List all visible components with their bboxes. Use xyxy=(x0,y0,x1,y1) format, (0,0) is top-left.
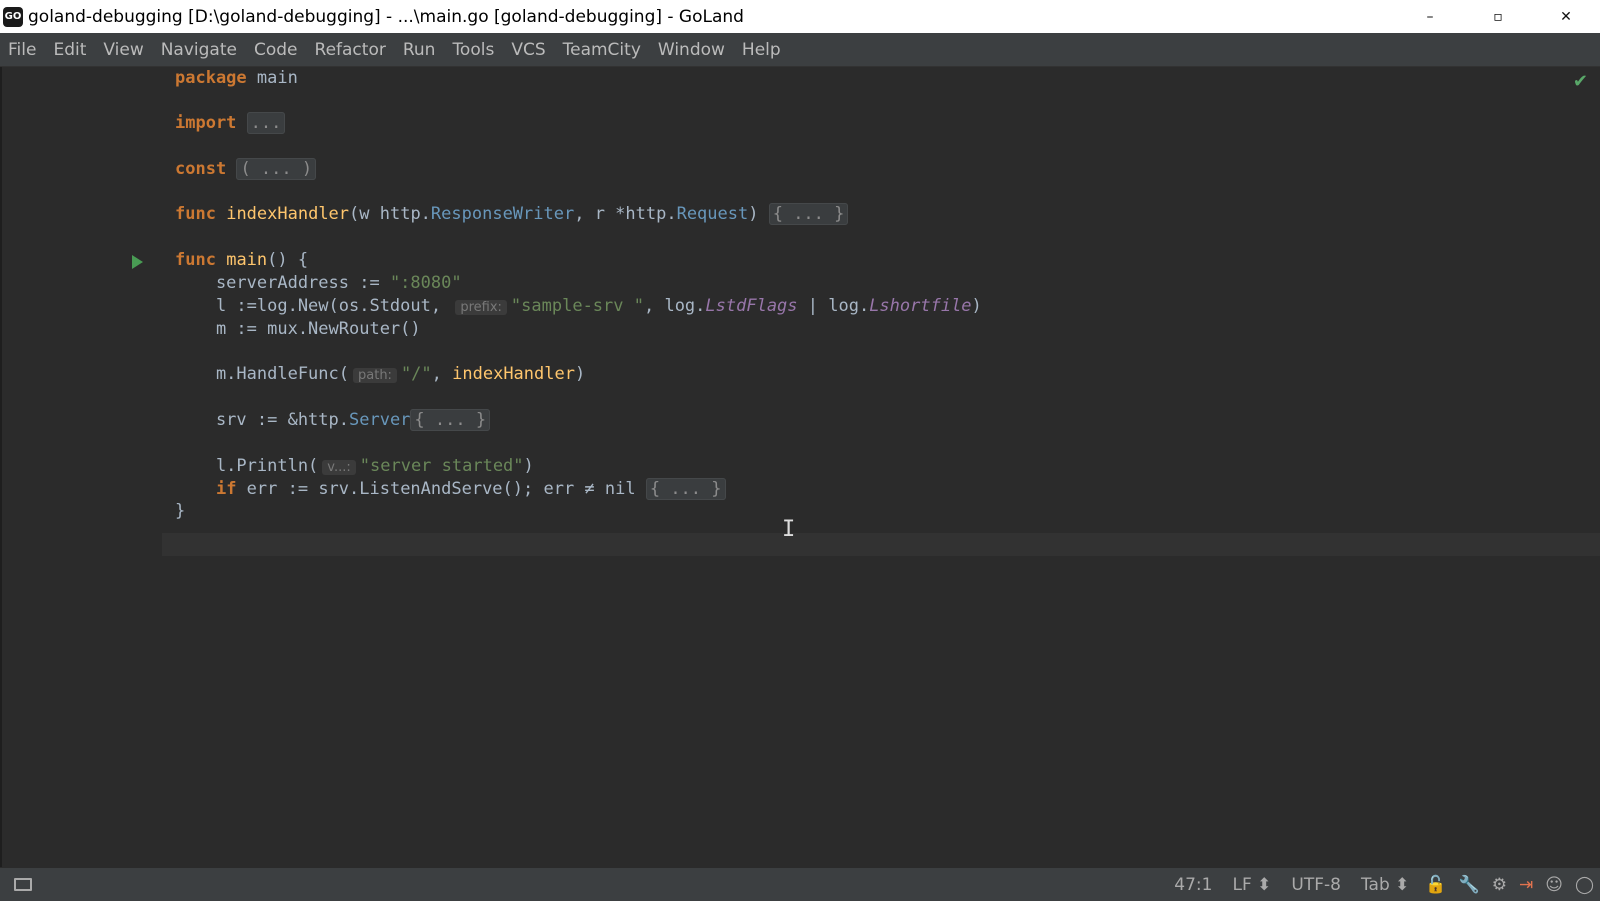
menu-window[interactable]: Window xyxy=(658,40,725,60)
menu-bar: File Edit View Navigate Code Refactor Ru… xyxy=(0,33,1600,67)
menu-run[interactable]: Run xyxy=(403,40,436,60)
code-line: if err := srv.ListenAndServe(); err ≠ ni… xyxy=(175,478,726,501)
code-line: func indexHandler(w http.ResponseWriter,… xyxy=(175,203,849,226)
code-line: l :=log.New(os.Stdout, prefix: "sample-sr… xyxy=(175,295,982,318)
menu-code[interactable]: Code xyxy=(254,40,298,60)
menu-help[interactable]: Help xyxy=(742,40,781,60)
code-line: const ( ... ) xyxy=(175,158,317,181)
keyword: func xyxy=(175,250,216,270)
code-line: serverAddress := ":8080" xyxy=(175,272,462,295)
tool-windows-toggle-icon[interactable] xyxy=(14,878,32,891)
code-editor[interactable]: ✔ package main import ... const ( ... ) … xyxy=(0,67,1600,867)
menu-teamcity[interactable]: TeamCity xyxy=(563,40,641,60)
parameter-hint: path: xyxy=(353,368,397,383)
editor-gutter[interactable] xyxy=(0,67,162,867)
current-line-highlight xyxy=(0,533,1600,556)
menu-vcs[interactable]: VCS xyxy=(511,40,545,60)
keyword: import xyxy=(175,113,237,133)
code-text: m.HandleFunc( xyxy=(175,364,349,384)
keyword: if xyxy=(215,479,237,499)
encoding-selector[interactable]: UTF-8 xyxy=(1291,875,1341,895)
code-text: | log. xyxy=(797,296,870,316)
inspection-ok-icon[interactable]: ✔ xyxy=(1573,71,1588,92)
inspector-icon[interactable]: ☺ xyxy=(1545,875,1563,895)
type-name: Server xyxy=(349,410,411,430)
function-name: indexHandler xyxy=(452,364,575,384)
text-cursor-icon: I xyxy=(782,517,796,542)
maximize-button[interactable]: ▫ xyxy=(1464,0,1532,33)
code-line: import ... xyxy=(175,112,286,135)
parameter-hint: prefix: xyxy=(455,300,507,315)
keyword: package xyxy=(175,68,247,88)
fold-placeholder[interactable]: { ... } xyxy=(410,409,491,431)
fold-placeholder[interactable]: { ... } xyxy=(768,203,849,225)
line-separator-selector[interactable]: LF ⬍ xyxy=(1232,875,1271,895)
string-literal: "/" xyxy=(400,364,432,384)
string-literal: "server started" xyxy=(359,456,524,476)
fold-placeholder[interactable]: ( ... ) xyxy=(236,158,317,180)
code-text: ) xyxy=(523,456,534,476)
minimize-button[interactable]: – xyxy=(1396,0,1464,33)
menu-view[interactable]: View xyxy=(103,40,143,60)
caret-position[interactable]: 47:1 xyxy=(1174,875,1212,895)
window-controls: – ▫ ✕ xyxy=(1396,0,1600,33)
type-name: ResponseWriter xyxy=(430,204,575,224)
title-bar: GO goland-debugging [D:\goland-debugging… xyxy=(0,0,1600,33)
string-literal: "sample-srv " xyxy=(510,296,644,316)
keyword: const xyxy=(175,159,227,179)
window-title: goland-debugging [D:\goland-debugging] -… xyxy=(28,6,744,27)
menu-edit[interactable]: Edit xyxy=(53,40,86,60)
code-line: func main() { xyxy=(175,249,308,272)
fold-placeholder[interactable]: { ... } xyxy=(645,478,726,500)
indent-selector[interactable]: Tab ⬍ xyxy=(1361,875,1409,895)
code-text: main xyxy=(246,68,298,88)
menu-file[interactable]: File xyxy=(8,40,36,60)
code-line: m.HandleFunc( path: "/", indexHandler) xyxy=(175,363,585,386)
status-widgets: 47:1 LF ⬍ UTF-8 Tab ⬍ 🔓 🔧 ⚙ ⇥ ☺ ◯ xyxy=(1164,868,1600,901)
fold-placeholder[interactable]: ... xyxy=(246,112,286,134)
code-line: srv := &http.Server{ ... } xyxy=(175,409,491,432)
constant-name: Lshortfile xyxy=(869,296,972,316)
function-name: indexHandler xyxy=(226,204,350,224)
code-text: () { xyxy=(267,250,309,270)
keyword: func xyxy=(175,204,216,224)
string-literal: ":8080" xyxy=(389,273,462,293)
gear-icon[interactable]: ⚙ xyxy=(1492,875,1507,895)
code-text: , r *http. xyxy=(574,204,677,224)
menu-refactor[interactable]: Refactor xyxy=(315,40,386,60)
notifications-icon[interactable]: ◯ xyxy=(1575,875,1594,895)
run-gutter-icon[interactable] xyxy=(132,255,143,269)
code-line: m := mux.NewRouter() xyxy=(175,318,421,341)
type-name: Request xyxy=(676,204,749,224)
function-name: main xyxy=(226,250,268,270)
constant-name: LstdFlags xyxy=(705,296,798,316)
parameter-hint: v...: xyxy=(322,460,356,475)
lock-icon[interactable]: 🔓 xyxy=(1425,875,1446,895)
wrench-icon[interactable]: 🔧 xyxy=(1459,875,1480,895)
code-text: } xyxy=(175,501,186,521)
code-text: ) xyxy=(574,364,586,384)
close-button[interactable]: ✕ xyxy=(1532,0,1600,33)
goland-logo-icon: GO xyxy=(3,6,23,27)
code-text: srv := &http. xyxy=(175,410,349,430)
code-line: package main xyxy=(175,67,298,90)
code-text: err := srv.ListenAndServe(); err ≠ nil xyxy=(236,479,646,499)
code-text: (w http. xyxy=(349,204,431,224)
code-text: ) xyxy=(748,204,769,224)
code-text: ) xyxy=(971,296,982,316)
code-text: serverAddress := xyxy=(175,273,390,293)
code-text: , xyxy=(431,364,453,384)
code-line: } xyxy=(175,500,185,523)
code-text: m := mux.NewRouter() xyxy=(175,319,421,339)
code-text: l :=log.New(os.Stdout, xyxy=(175,296,452,316)
menu-navigate[interactable]: Navigate xyxy=(161,40,237,60)
status-bar: 47:1 LF ⬍ UTF-8 Tab ⬍ 🔓 🔧 ⚙ ⇥ ☺ ◯ xyxy=(0,867,1600,901)
code-text: , log. xyxy=(643,296,706,316)
vcs-conflict-icon[interactable]: ⇥ xyxy=(1519,875,1533,895)
menu-tools[interactable]: Tools xyxy=(452,40,494,60)
code-line: l.Println(v...: "server started") xyxy=(175,455,534,478)
code-text: l.Println( xyxy=(175,456,319,476)
